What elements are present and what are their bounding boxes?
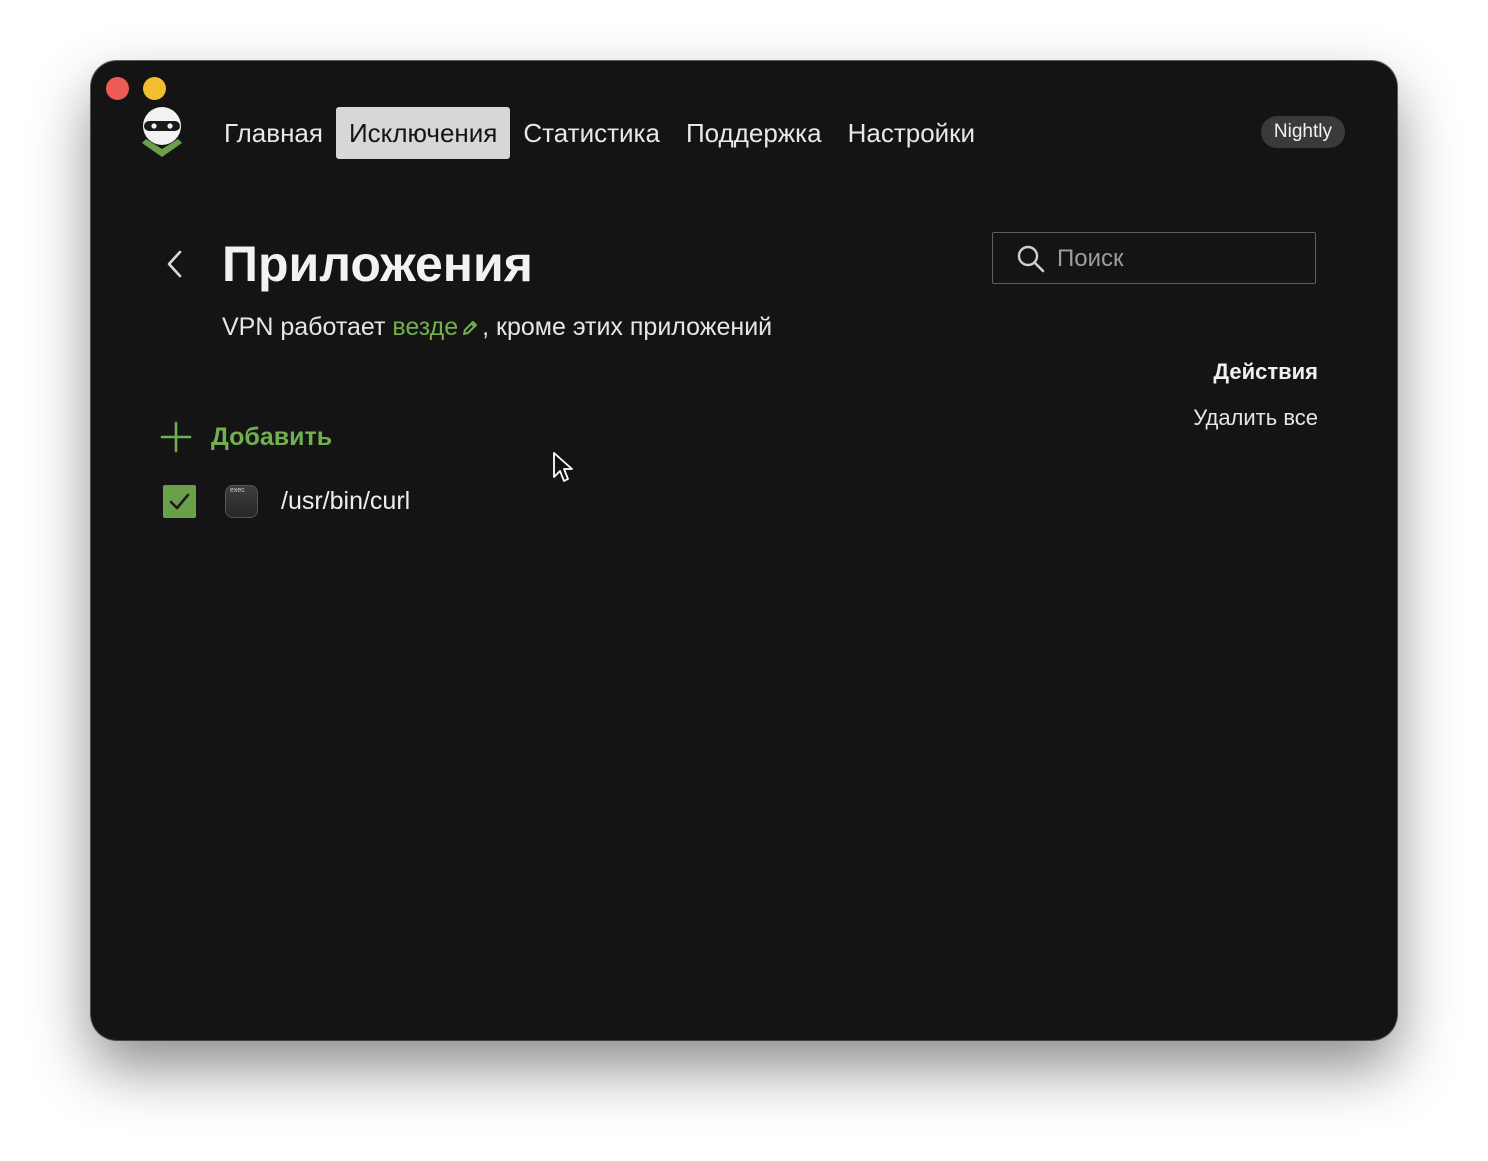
mouse-cursor-icon <box>553 452 573 482</box>
page-title: Приложения <box>222 236 533 292</box>
app-logo-icon <box>142 107 182 157</box>
delete-all-button[interactable]: Удалить все <box>1193 405 1318 431</box>
app-checkbox[interactable] <box>163 484 196 518</box>
app-path: /usr/bin/curl <box>281 486 411 515</box>
back-chevron-icon[interactable] <box>163 249 187 279</box>
plus-icon <box>160 421 192 453</box>
nav-item-settings[interactable]: Настройки <box>835 107 989 159</box>
subtitle-suffix: , кроме этих приложений <box>482 313 773 341</box>
executable-icon: exec <box>225 484 258 518</box>
add-app-button[interactable]: Добавить <box>160 419 332 455</box>
add-app-label: Добавить <box>211 422 333 451</box>
search-input[interactable] <box>1055 233 1309 284</box>
checkmark-icon <box>169 493 190 509</box>
nav-item-exclusions[interactable]: Исключения <box>335 107 511 159</box>
app-window: Главная Исключения Статистика Поддержка … <box>91 61 1397 1040</box>
nav-item-statistics[interactable]: Статистика <box>510 107 673 159</box>
page-subtitle: VPN работает везде , кроме этих приложен… <box>222 313 772 342</box>
executable-icon-label: exec <box>230 486 245 494</box>
window-close-button[interactable] <box>106 77 129 100</box>
subtitle-prefix: VPN работает <box>222 313 393 341</box>
window-minimize-button[interactable] <box>143 77 166 100</box>
vpn-mode-link[interactable]: везде <box>392 313 458 341</box>
nav-item-support[interactable]: Поддержка <box>673 107 835 159</box>
actions-heading: Действия <box>1213 359 1318 384</box>
search-icon <box>1017 245 1045 273</box>
main-nav: Главная Исключения Статистика Поддержка … <box>211 107 988 159</box>
search-box[interactable] <box>992 232 1316 284</box>
build-channel-badge: Nightly <box>1260 116 1345 148</box>
pencil-icon[interactable] <box>461 319 479 337</box>
nav-item-home[interactable]: Главная <box>211 107 336 159</box>
app-list-row: exec /usr/bin/curl <box>163 483 410 519</box>
